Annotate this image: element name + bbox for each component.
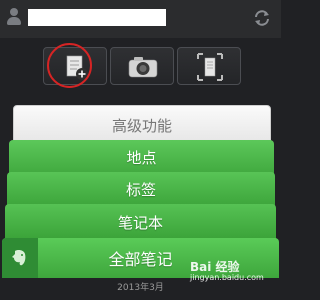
menu-location-label: 地点 — [126, 149, 157, 167]
top-bar — [0, 0, 281, 38]
menu-tags[interactable]: 标签 — [7, 172, 275, 207]
menu-advanced-label: 高级功能 — [111, 116, 172, 135]
elephant-icon — [12, 250, 26, 266]
menu-notebook[interactable]: 笔记本 — [5, 204, 276, 240]
camera-icon — [128, 57, 158, 78]
baidu-watermark: Bai 经验 jingyan.baidu.com — [190, 258, 264, 282]
camera-button[interactable] — [110, 47, 174, 85]
menu-all-notes-label: 全部笔记 — [108, 250, 173, 269]
user-icon-head — [10, 8, 18, 16]
evernote-logo — [2, 238, 38, 278]
menu-tags-label: 标签 — [125, 181, 156, 199]
document-scan-icon — [197, 53, 223, 81]
document-scan-button[interactable] — [177, 47, 241, 85]
menu-location[interactable]: 地点 — [9, 140, 274, 175]
watermark-text: Bai 经验 — [190, 260, 240, 274]
sync-icon[interactable] — [252, 8, 272, 28]
menu-notebook-label: 笔记本 — [117, 213, 163, 232]
menu-advanced[interactable]: 高级功能 — [13, 105, 271, 145]
highlight-circle — [47, 43, 92, 88]
watermark-url: jingyan.baidu.com — [190, 273, 264, 282]
user-icon[interactable] — [6, 8, 22, 26]
account-name-field[interactable] — [28, 9, 166, 26]
action-bar — [0, 43, 281, 89]
user-icon-body — [7, 17, 21, 25]
